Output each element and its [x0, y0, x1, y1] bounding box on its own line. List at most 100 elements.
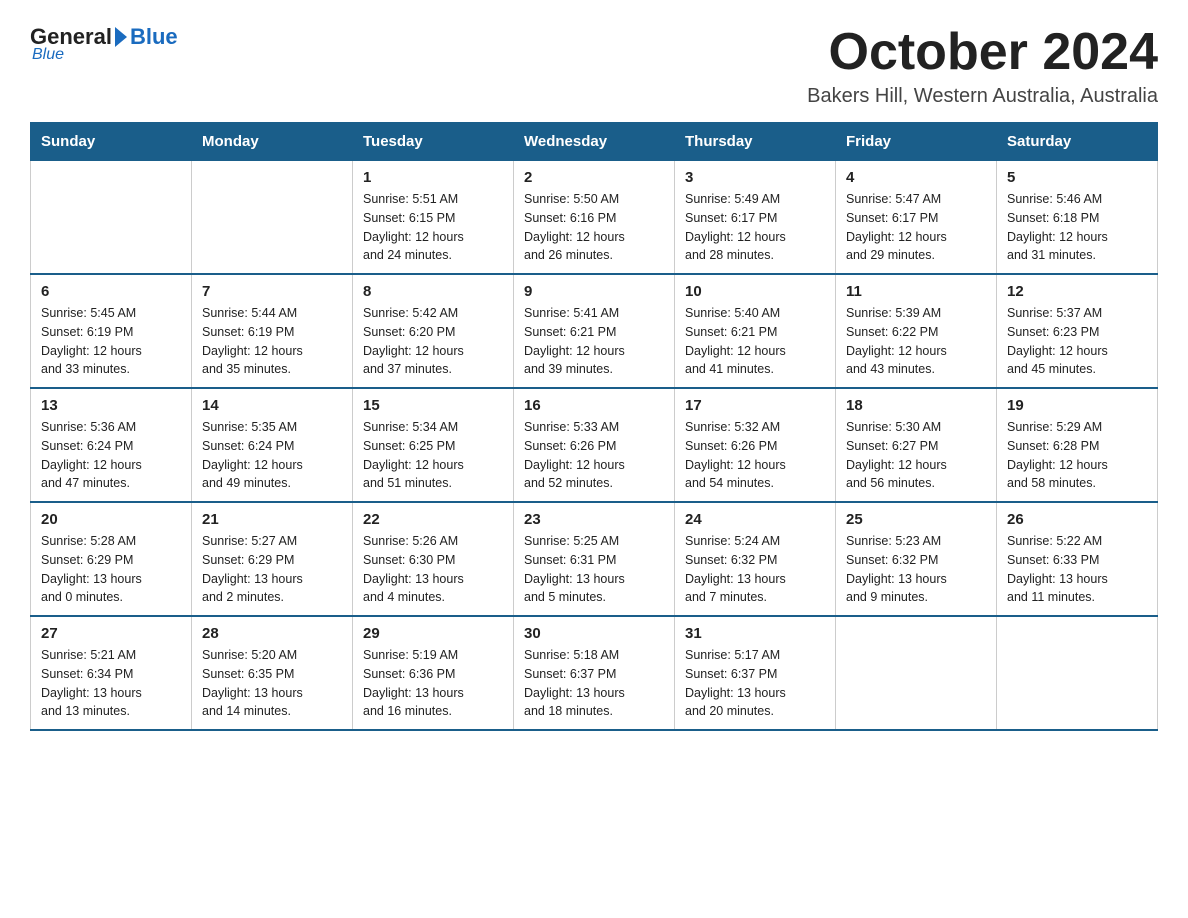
calendar-day-cell: 3Sunrise: 5:49 AM Sunset: 6:17 PM Daylig… — [675, 161, 836, 275]
calendar-day-cell: 4 Sunrise: 5:47 AM Sunset: 6:17 PM Daylig… — [836, 161, 997, 275]
day-of-week-header: Wednesday — [514, 123, 675, 161]
day-number: 29 — [363, 625, 503, 642]
calendar-day-cell: 27 Sunrise: 5:21 AM Sunset: 6:34 PM Dayli… — [31, 616, 192, 730]
calendar-header-row: SundayMondayTuesdayWednesdayThursdayFrid… — [31, 123, 1158, 161]
title-area: October 2024 Bakers Hill, Western Austra… — [807, 24, 1158, 108]
day-number: 15 — [363, 397, 503, 414]
day-info: Sunrise: 5:28 AM Sunset: 6:29 PM Dayligh… — [41, 532, 181, 607]
calendar-day-cell: 8Sunrise: 5:42 AM Sunset: 6:20 PM Daylig… — [353, 274, 514, 388]
calendar-day-cell: 1Sunrise: 5:51 AM Sunset: 6:15 PM Daylig… — [353, 161, 514, 275]
logo-underline: Blue — [32, 46, 64, 64]
day-number: 22 — [363, 511, 503, 528]
day-info: Sunrise: 5:39 AM Sunset: 6:22 PM Dayligh… — [846, 304, 986, 379]
day-info: Sunrise: 5:27 AM Sunset: 6:29 PM Dayligh… — [202, 532, 342, 607]
calendar-day-cell: 14 Sunrise: 5:35 AM Sunset: 6:24 PM Dayli… — [192, 388, 353, 502]
page-header: General Blue Blue October 2024 Bakers Hi… — [30, 24, 1158, 108]
day-info: Sunrise: 5:33 AM Sunset: 6:26 PM Dayligh… — [524, 418, 664, 493]
day-number: 7 — [202, 283, 342, 300]
calendar-day-cell: 29 Sunrise: 5:19 AM Sunset: 6:36 PM Dayli… — [353, 616, 514, 730]
day-info: Sunrise: 5:44 AM Sunset: 6:19 PM Dayligh… — [202, 304, 342, 379]
day-number: 10 — [685, 283, 825, 300]
calendar-day-cell: 10 Sunrise: 5:40 AM Sunset: 6:21 PM Dayli… — [675, 274, 836, 388]
day-number: 9 — [524, 283, 664, 300]
calendar-day-cell — [192, 161, 353, 275]
calendar-day-cell: 12 Sunrise: 5:37 AM Sunset: 6:23 PM Dayli… — [997, 274, 1158, 388]
day-number: 5 — [1007, 169, 1147, 186]
calendar-day-cell: 19 Sunrise: 5:29 AM Sunset: 6:28 PM Dayli… — [997, 388, 1158, 502]
day-number: 21 — [202, 511, 342, 528]
day-info: Sunrise: 5:20 AM Sunset: 6:35 PM Dayligh… — [202, 646, 342, 721]
day-of-week-header: Tuesday — [353, 123, 514, 161]
day-info: Sunrise: 5:22 AM Sunset: 6:33 PM Dayligh… — [1007, 532, 1147, 607]
day-number: 27 — [41, 625, 181, 642]
logo: General Blue Blue — [30, 24, 178, 64]
day-info: Sunrise: 5:46 AM Sunset: 6:18 PM Dayligh… — [1007, 190, 1147, 265]
day-number: 1 — [363, 169, 503, 186]
logo-arrow-icon — [115, 27, 127, 47]
calendar-day-cell: 6Sunrise: 5:45 AM Sunset: 6:19 PM Daylig… — [31, 274, 192, 388]
calendar-day-cell: 25 Sunrise: 5:23 AM Sunset: 6:32 PM Dayli… — [836, 502, 997, 616]
day-info: Sunrise: 5:47 AM Sunset: 6:17 PM Dayligh… — [846, 190, 986, 265]
day-number: 31 — [685, 625, 825, 642]
day-info: Sunrise: 5:50 AM Sunset: 6:16 PM Dayligh… — [524, 190, 664, 265]
day-info: Sunrise: 5:24 AM Sunset: 6:32 PM Dayligh… — [685, 532, 825, 607]
location-title: Bakers Hill, Western Australia, Australi… — [807, 85, 1158, 108]
day-info: Sunrise: 5:37 AM Sunset: 6:23 PM Dayligh… — [1007, 304, 1147, 379]
calendar-day-cell: 20Sunrise: 5:28 AM Sunset: 6:29 PM Dayli… — [31, 502, 192, 616]
calendar-week-row: 6Sunrise: 5:45 AM Sunset: 6:19 PM Daylig… — [31, 274, 1158, 388]
calendar-day-cell: 9 Sunrise: 5:41 AM Sunset: 6:21 PM Daylig… — [514, 274, 675, 388]
calendar-day-cell — [31, 161, 192, 275]
day-info: Sunrise: 5:21 AM Sunset: 6:34 PM Dayligh… — [41, 646, 181, 721]
day-info: Sunrise: 5:32 AM Sunset: 6:26 PM Dayligh… — [685, 418, 825, 493]
calendar-week-row: 13 Sunrise: 5:36 AM Sunset: 6:24 PM Dayli… — [31, 388, 1158, 502]
day-info: Sunrise: 5:42 AM Sunset: 6:20 PM Dayligh… — [363, 304, 503, 379]
day-info: Sunrise: 5:36 AM Sunset: 6:24 PM Dayligh… — [41, 418, 181, 493]
day-info: Sunrise: 5:30 AM Sunset: 6:27 PM Dayligh… — [846, 418, 986, 493]
day-number: 14 — [202, 397, 342, 414]
day-number: 2 — [524, 169, 664, 186]
calendar-day-cell — [836, 616, 997, 730]
day-info: Sunrise: 5:19 AM Sunset: 6:36 PM Dayligh… — [363, 646, 503, 721]
day-number: 16 — [524, 397, 664, 414]
day-number: 24 — [685, 511, 825, 528]
day-number: 25 — [846, 511, 986, 528]
calendar-day-cell: 30 Sunrise: 5:18 AM Sunset: 6:37 PM Dayli… — [514, 616, 675, 730]
calendar-day-cell: 23Sunrise: 5:25 AM Sunset: 6:31 PM Dayli… — [514, 502, 675, 616]
calendar-day-cell: 13 Sunrise: 5:36 AM Sunset: 6:24 PM Dayli… — [31, 388, 192, 502]
day-number: 12 — [1007, 283, 1147, 300]
day-number: 26 — [1007, 511, 1147, 528]
day-info: Sunrise: 5:35 AM Sunset: 6:24 PM Dayligh… — [202, 418, 342, 493]
calendar-day-cell: 15 Sunrise: 5:34 AM Sunset: 6:25 PM Dayli… — [353, 388, 514, 502]
calendar-day-cell: 5 Sunrise: 5:46 AM Sunset: 6:18 PM Daylig… — [997, 161, 1158, 275]
day-of-week-header: Saturday — [997, 123, 1158, 161]
calendar-day-cell: 18 Sunrise: 5:30 AM Sunset: 6:27 PM Dayli… — [836, 388, 997, 502]
day-number: 13 — [41, 397, 181, 414]
day-number: 19 — [1007, 397, 1147, 414]
day-of-week-header: Friday — [836, 123, 997, 161]
day-number: 18 — [846, 397, 986, 414]
calendar-day-cell — [997, 616, 1158, 730]
day-info: Sunrise: 5:18 AM Sunset: 6:37 PM Dayligh… — [524, 646, 664, 721]
day-number: 11 — [846, 283, 986, 300]
day-info: Sunrise: 5:29 AM Sunset: 6:28 PM Dayligh… — [1007, 418, 1147, 493]
calendar-day-cell: 7 Sunrise: 5:44 AM Sunset: 6:19 PM Daylig… — [192, 274, 353, 388]
day-of-week-header: Sunday — [31, 123, 192, 161]
day-of-week-header: Thursday — [675, 123, 836, 161]
calendar-day-cell: 16 Sunrise: 5:33 AM Sunset: 6:26 PM Dayli… — [514, 388, 675, 502]
day-info: Sunrise: 5:40 AM Sunset: 6:21 PM Dayligh… — [685, 304, 825, 379]
calendar-day-cell: 2 Sunrise: 5:50 AM Sunset: 6:16 PM Daylig… — [514, 161, 675, 275]
calendar-day-cell: 26 Sunrise: 5:22 AM Sunset: 6:33 PM Dayli… — [997, 502, 1158, 616]
day-info: Sunrise: 5:45 AM Sunset: 6:19 PM Dayligh… — [41, 304, 181, 379]
day-info: Sunrise: 5:26 AM Sunset: 6:30 PM Dayligh… — [363, 532, 503, 607]
day-number: 30 — [524, 625, 664, 642]
day-number: 23 — [524, 511, 664, 528]
day-info: Sunrise: 5:23 AM Sunset: 6:32 PM Dayligh… — [846, 532, 986, 607]
month-title: October 2024 — [807, 24, 1158, 81]
day-number: 4 — [846, 169, 986, 186]
day-info: Sunrise: 5:17 AM Sunset: 6:37 PM Dayligh… — [685, 646, 825, 721]
day-info: Sunrise: 5:41 AM Sunset: 6:21 PM Dayligh… — [524, 304, 664, 379]
calendar-day-cell: 31 Sunrise: 5:17 AM Sunset: 6:37 PM Dayli… — [675, 616, 836, 730]
calendar-day-cell: 11 Sunrise: 5:39 AM Sunset: 6:22 PM Dayli… — [836, 274, 997, 388]
calendar-day-cell: 21 Sunrise: 5:27 AM Sunset: 6:29 PM Dayli… — [192, 502, 353, 616]
day-info: Sunrise: 5:34 AM Sunset: 6:25 PM Dayligh… — [363, 418, 503, 493]
